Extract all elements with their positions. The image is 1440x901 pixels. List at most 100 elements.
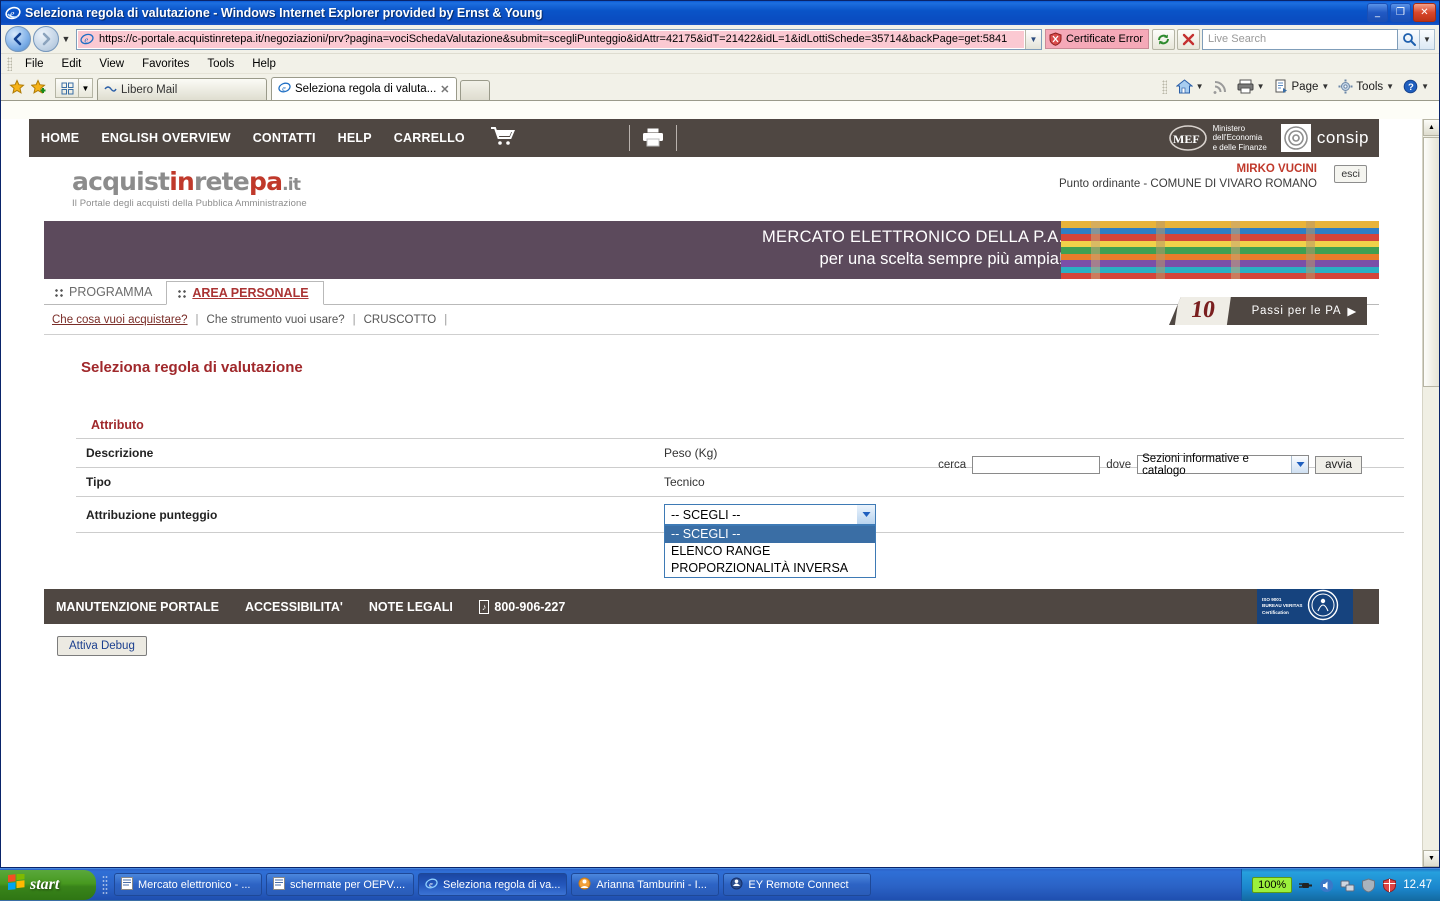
- mef-logo: MEF Ministero dell'Economia e delle Fina…: [1168, 124, 1267, 153]
- url-input[interactable]: e https://c-portale.acquistinretepa.it/n…: [76, 29, 1042, 50]
- menu-item-edit[interactable]: Edit: [53, 56, 91, 72]
- attiva-debug-button[interactable]: Attiva Debug: [57, 636, 147, 656]
- select-option-scegli[interactable]: -- SCEGLI --: [665, 526, 875, 543]
- taskbar-item-seleziona-regola[interactable]: e Seleziona regola di va...: [418, 873, 567, 896]
- close-button[interactable]: ✕: [1413, 3, 1436, 22]
- breadcrumb-item-cosa-acquistare[interactable]: Che cosa vuoi acquistare?: [44, 314, 196, 326]
- live-search-placeholder: Live Search: [1208, 33, 1266, 45]
- taskbar-item-arianna-tamburini[interactable]: Arianna Tamburini - I...: [571, 873, 719, 896]
- windows-security-icon[interactable]: [1382, 878, 1397, 893]
- tab-list-dropdown-icon[interactable]: ▼: [79, 78, 93, 98]
- start-label: start: [30, 876, 59, 894]
- footer-link-note-legali[interactable]: NOTE LEGALI: [369, 600, 453, 614]
- select-option-elenco-range[interactable]: ELENCO RANGE: [665, 543, 875, 560]
- browser-tab-libero-mail[interactable]: Libero Mail: [97, 78, 267, 100]
- attribuzione-punteggio-select[interactable]: -- SCEGLI -- -- SCEGLI -- ELENCO RANGE P…: [664, 504, 876, 525]
- menu-item-file[interactable]: File: [16, 56, 53, 72]
- select-value[interactable]: -- SCEGLI --: [664, 504, 876, 525]
- menu-item-favorites[interactable]: Favorites: [133, 56, 198, 72]
- new-tab-button[interactable]: [460, 80, 490, 100]
- close-icon[interactable]: ✕: [440, 83, 449, 96]
- search-provider-dropdown-icon[interactable]: ▼: [1420, 29, 1435, 50]
- mef-line2: dell'Economia: [1213, 133, 1263, 142]
- scroll-down-button[interactable]: ▼: [1423, 850, 1439, 867]
- institution-logos: MEF Ministero dell'Economia e delle Fina…: [1168, 119, 1369, 157]
- browser-tab-seleziona-regola[interactable]: e Seleziona regola di valuta... ✕: [271, 77, 457, 100]
- tab-favicon-ie: e: [278, 81, 291, 97]
- start-button[interactable]: start: [0, 870, 96, 900]
- help-menu-button[interactable]: ? ▼: [1399, 77, 1433, 96]
- search-where-label: dove: [1106, 459, 1131, 471]
- select-options-list[interactable]: -- SCEGLI -- ELENCO RANGE PROPORZIONALIT…: [664, 525, 876, 578]
- live-search-input[interactable]: Live Search: [1202, 29, 1398, 50]
- bureau-veritas-seal-icon: [1307, 589, 1339, 624]
- taskbar-item-ey-remote-connect[interactable]: EY Remote Connect: [723, 873, 871, 896]
- search-input[interactable]: [972, 456, 1100, 474]
- page-title: Seleziona regola di valutazione: [81, 359, 1379, 376]
- home-button[interactable]: ▼: [1172, 77, 1208, 96]
- footer-phone: ♪ 800-906-227: [479, 600, 565, 614]
- network-icon[interactable]: [1340, 878, 1355, 893]
- logout-button[interactable]: esci: [1334, 165, 1367, 183]
- page-menu-button[interactable]: Page ▼: [1270, 77, 1334, 96]
- chevron-down-icon[interactable]: [1291, 456, 1308, 473]
- back-button[interactable]: [5, 26, 31, 52]
- window-title: Seleziona regola di valutazione - Window…: [25, 6, 543, 20]
- volume-icon[interactable]: [1319, 878, 1334, 893]
- nav-contatti[interactable]: CONTATTI: [253, 131, 316, 145]
- search-scope-select[interactable]: Sezioni informative e catalogo: [1137, 455, 1309, 474]
- search-submit-button[interactable]: avvia: [1315, 456, 1362, 474]
- phone-icon: ♪: [479, 600, 490, 614]
- menu-item-tools[interactable]: Tools: [198, 56, 243, 72]
- feeds-button[interactable]: [1209, 77, 1232, 96]
- print-button[interactable]: ▼: [1233, 77, 1269, 96]
- print-icon[interactable]: [642, 127, 664, 150]
- scrollbar-thumb[interactable]: [1423, 137, 1439, 387]
- breadcrumb-item-strumento[interactable]: Che strumento vuoi usare?: [199, 314, 353, 326]
- nav-carrello[interactable]: CARRELLO: [394, 131, 465, 145]
- power-plug-icon[interactable]: [1298, 878, 1313, 893]
- breadcrumb-item-cruscotto[interactable]: CRUSCOTTO: [356, 314, 445, 326]
- url-dropdown-icon[interactable]: ▼: [1025, 30, 1041, 49]
- chevron-down-icon: ▼: [1321, 82, 1329, 91]
- windows-logo-icon: [8, 874, 25, 896]
- site-logo[interactable]: acquistinretepa.it Il Portale degli acqu…: [72, 167, 307, 209]
- sidebar-item-area-personale[interactable]: AREA PERSONALE: [166, 281, 323, 305]
- forward-button[interactable]: [33, 26, 59, 52]
- menu-item-view[interactable]: View: [90, 56, 133, 72]
- svg-text:e: e: [84, 34, 88, 44]
- cart-icon[interactable]: [491, 127, 515, 149]
- title-bar: e Seleziona regola di valutazione - Wind…: [1, 1, 1439, 25]
- menu-item-help[interactable]: Help: [243, 56, 285, 72]
- taskbar-item-schermate-oepv[interactable]: schermate per OEPV....: [266, 873, 414, 896]
- nav-help[interactable]: HELP: [338, 131, 372, 145]
- taskbar-item-mercato-elettronico[interactable]: Mercato elettronico - ...: [114, 873, 262, 896]
- history-dropdown-icon[interactable]: ▼: [59, 34, 73, 44]
- footer-link-accessibilita[interactable]: ACCESSIBILITA': [245, 600, 343, 614]
- footer-link-manutenzione[interactable]: MANUTENZIONE PORTALE: [56, 600, 219, 614]
- security-shield-icon[interactable]: [1361, 878, 1376, 893]
- nav-english-overview[interactable]: ENGLISH OVERVIEW: [101, 131, 230, 145]
- pencils-image: [1061, 221, 1379, 279]
- table-row: Attribuzione punteggio -- SCEGLI -- -- S…: [76, 497, 1404, 533]
- minimize-button[interactable]: _: [1367, 3, 1388, 22]
- favorites-star-icon[interactable]: [9, 79, 26, 96]
- tools-menu-button[interactable]: Tools ▼: [1334, 77, 1398, 96]
- refresh-button[interactable]: [1152, 29, 1175, 50]
- select-option-proporzionalita-inversa[interactable]: PROPORZIONALITÀ INVERSA: [665, 560, 875, 577]
- stop-button[interactable]: [1177, 29, 1200, 50]
- nav-home[interactable]: HOME: [41, 131, 79, 145]
- certificate-error-badge[interactable]: Certificate Error: [1045, 29, 1149, 49]
- scroll-up-button[interactable]: ▲: [1423, 119, 1439, 136]
- chevron-down-icon[interactable]: [857, 505, 875, 524]
- vertical-scrollbar[interactable]: ▲ ▼: [1422, 119, 1439, 867]
- maximize-button[interactable]: ❐: [1390, 3, 1411, 22]
- tab-label: AREA PERSONALE: [192, 286, 308, 300]
- sidebar-item-programma[interactable]: PROGRAMMA: [44, 280, 166, 304]
- passi-per-le-pa-banner[interactable]: 10 Passi per le PA ▶: [1169, 297, 1367, 325]
- search-icon[interactable]: [1398, 29, 1420, 50]
- battery-indicator[interactable]: 100%: [1252, 877, 1292, 893]
- taskbar-clock[interactable]: 12.47: [1403, 879, 1432, 891]
- add-to-favorites-icon[interactable]: [31, 79, 48, 96]
- quick-tabs-button[interactable]: [55, 78, 79, 98]
